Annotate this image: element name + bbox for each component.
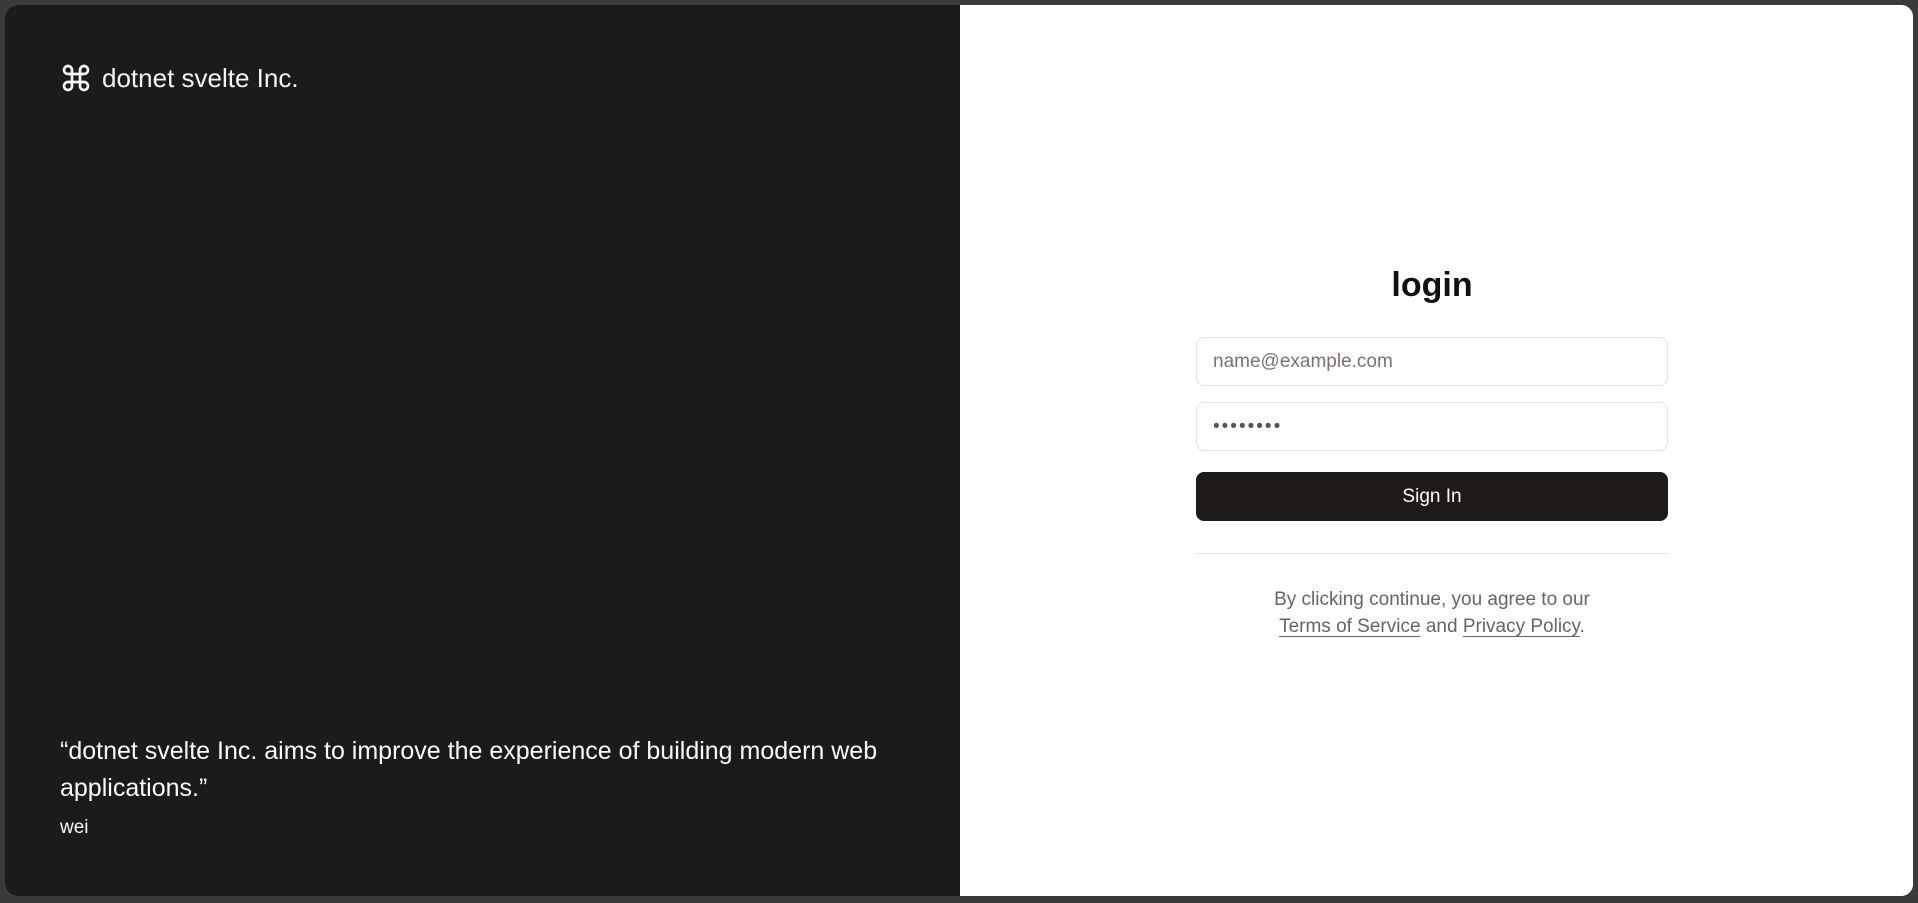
terms-and: and xyxy=(1425,616,1458,637)
brand: dotnet svelte Inc. xyxy=(60,62,299,94)
privacy-policy-link[interactable]: Privacy Policy xyxy=(1463,616,1580,637)
login-panel: login Sign In By clicking continue, you … xyxy=(960,5,1913,896)
testimonial-quote: “dotnet svelte Inc. aims to improve the … xyxy=(60,737,878,802)
app-window: dotnet svelte Inc. “dotnet svelte Inc. a… xyxy=(5,5,1913,896)
terms-suffix: . xyxy=(1579,616,1585,637)
login-form: login Sign In By clicking continue, you … xyxy=(1196,263,1668,640)
terms-notice: By clicking continue, you agree to our T… xyxy=(1196,586,1668,640)
brand-name: dotnet svelte Inc. xyxy=(102,62,299,93)
sign-in-button[interactable]: Sign In xyxy=(1196,472,1668,521)
command-icon xyxy=(60,62,92,94)
testimonial: “dotnet svelte Inc. aims to improve the … xyxy=(60,733,930,839)
brand-panel: dotnet svelte Inc. “dotnet svelte Inc. a… xyxy=(5,5,960,896)
password-field[interactable] xyxy=(1196,402,1668,451)
testimonial-author: wei xyxy=(60,817,89,838)
divider xyxy=(1196,553,1668,554)
page-title: login xyxy=(1391,266,1473,304)
terms-of-service-link[interactable]: Terms of Service xyxy=(1279,616,1420,637)
terms-prefix: By clicking continue, you agree to our xyxy=(1274,589,1590,610)
email-field[interactable] xyxy=(1196,337,1668,386)
